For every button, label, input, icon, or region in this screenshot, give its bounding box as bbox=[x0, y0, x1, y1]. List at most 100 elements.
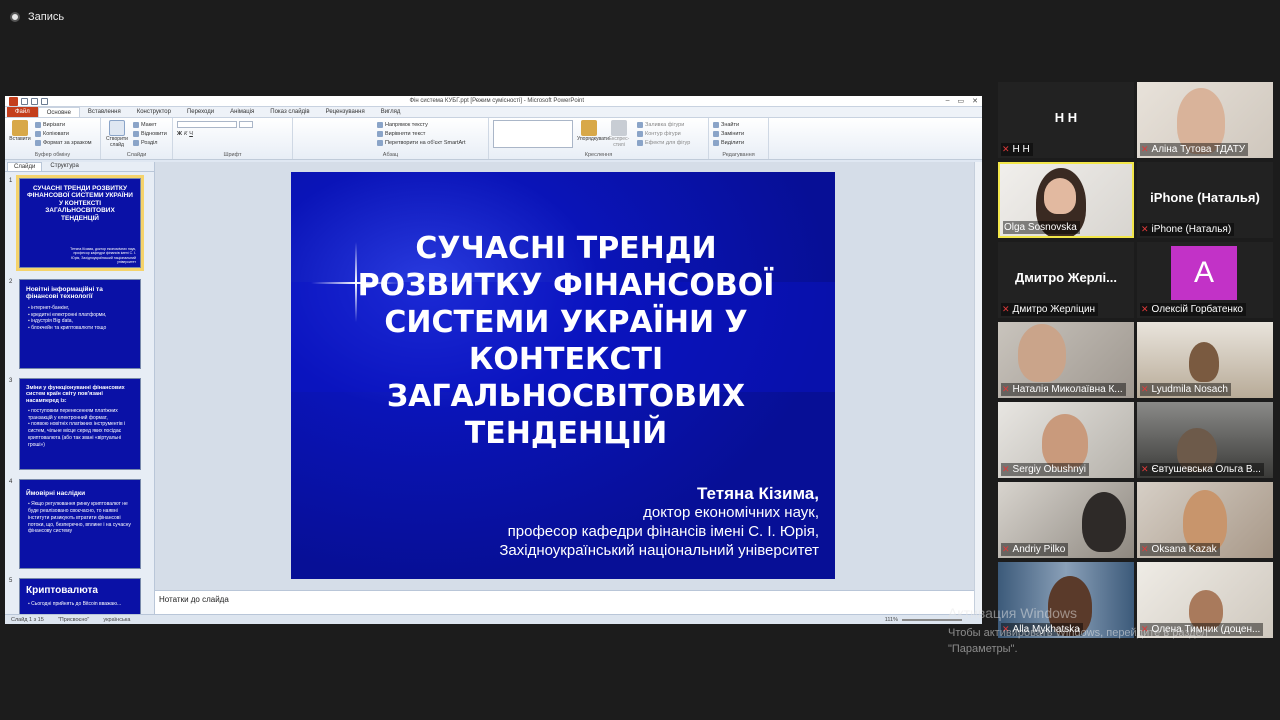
tab-animations[interactable]: Анімація bbox=[222, 107, 262, 117]
section-icon bbox=[133, 139, 139, 146]
quick-styles-button[interactable]: Експрес-стилі bbox=[605, 120, 633, 148]
notes-pane[interactable]: Нотатки до слайда bbox=[155, 590, 974, 614]
tab-slideshow[interactable]: Показ слайдів bbox=[262, 107, 317, 117]
group-label-font: Шрифт bbox=[223, 152, 242, 158]
replace-button[interactable]: Замінити bbox=[713, 129, 764, 138]
status-bar: Слайд 1 з 15 "Присвоєно" українська 111% bbox=[5, 614, 982, 624]
cut-button[interactable]: Вирізати bbox=[35, 120, 92, 129]
redo-icon[interactable] bbox=[41, 97, 48, 105]
format-painter-button[interactable]: Формат за зразком bbox=[35, 138, 92, 147]
bold-icon[interactable]: Ж bbox=[177, 131, 182, 137]
participant-tile[interactable]: Дмитро Жерлі... ✕ Дмитро Жерліцин bbox=[998, 242, 1134, 318]
font-controls[interactable] bbox=[177, 120, 288, 129]
participant-label: ✕ Н Н bbox=[1001, 143, 1033, 156]
participant-label: ✕ Наталія Миколаївна К... bbox=[1001, 383, 1126, 396]
slide-title[interactable]: СУЧАСНІ ТРЕНДИ РОЗВИТКУ ФІНАНСОВОЇ СИСТЕ… bbox=[351, 230, 781, 452]
slide-thumbnail[interactable]: СУЧАСНІ ТРЕНДИ РОЗВИТКУ ФІНАНСОВОЇ СИСТЕ… bbox=[16, 175, 144, 271]
group-editing: Знайти Замінити Виділити Редагування bbox=[709, 118, 769, 159]
undo-icon[interactable] bbox=[31, 97, 38, 105]
thumb-title: Ймовірні наслідки bbox=[26, 490, 86, 497]
slide-thumbnail[interactable]: Зміни у функціонуванні фінансових систем… bbox=[19, 378, 141, 470]
close-icon[interactable]: ✕ bbox=[972, 97, 978, 105]
participant-tile[interactable]: ✕ Lyudmila Nosach bbox=[1137, 322, 1273, 398]
save-icon[interactable] bbox=[21, 97, 28, 105]
participant-display-name: Дмитро Жерлі... bbox=[1014, 270, 1118, 285]
language-indicator[interactable]: українська bbox=[103, 617, 130, 623]
participant-tile[interactable]: ✕ Наталія Миколаївна К... bbox=[998, 322, 1134, 398]
smartart-button[interactable]: Перетворити на об'єкт SmartArt bbox=[377, 138, 484, 147]
muted-mic-icon: ✕ bbox=[1002, 304, 1010, 314]
reset-button[interactable]: Відновити bbox=[133, 129, 167, 138]
layout-button[interactable]: Макет bbox=[133, 120, 167, 129]
find-button[interactable]: Знайти bbox=[713, 120, 764, 129]
tab-file[interactable]: Файл bbox=[7, 107, 38, 117]
muted-mic-icon: ✕ bbox=[1002, 464, 1010, 474]
copy-label: Копіювати bbox=[43, 130, 69, 137]
shapes-gallery[interactable] bbox=[493, 120, 573, 148]
arrange-button[interactable]: Упорядкувати bbox=[577, 120, 609, 148]
minimize-icon[interactable]: – bbox=[946, 97, 950, 105]
participant-tile[interactable]: ✕ Oksana Kazak bbox=[1137, 482, 1273, 558]
font-name-box[interactable] bbox=[177, 121, 237, 128]
thumb-number: 5 bbox=[9, 578, 13, 584]
tab-review[interactable]: Рецензування bbox=[318, 107, 373, 117]
font-size-box[interactable] bbox=[239, 121, 253, 128]
participant-tile[interactable]: ✕ Аліна Тутова ТДАТУ bbox=[1137, 82, 1273, 158]
shape-effects-button[interactable]: Ефекти для фігур bbox=[637, 138, 690, 147]
shape-outline-button[interactable]: Контур фігури bbox=[637, 129, 690, 138]
vertical-scrollbar[interactable] bbox=[974, 162, 982, 614]
record-icon bbox=[10, 12, 20, 22]
participant-tile[interactable]: iPhone (Наталья) ✕ iPhone (Наталья) bbox=[1137, 162, 1273, 238]
italic-icon[interactable]: К bbox=[184, 131, 187, 137]
participant-name: Oksana Kazak bbox=[1151, 544, 1217, 555]
paste-icon bbox=[12, 120, 28, 136]
shape-fill-button[interactable]: Заливка фігури bbox=[637, 120, 690, 129]
tab-home[interactable]: Основне bbox=[37, 107, 80, 117]
group-label-editing: Редагування bbox=[722, 152, 755, 158]
maximize-icon[interactable]: ▭ bbox=[957, 97, 964, 105]
select-button[interactable]: Виділити bbox=[713, 138, 764, 147]
current-slide[interactable]: СУЧАСНІ ТРЕНДИ РОЗВИТКУ ФІНАНСОВОЇ СИСТЕ… bbox=[291, 172, 835, 579]
slide-thumbnail[interactable]: Новітні інформаційні та фінансові технол… bbox=[19, 279, 141, 369]
slide-thumbnail[interactable]: Криптовалюта Сьогодні прийнять до Bitcoi… bbox=[19, 578, 141, 618]
participant-tile-active-speaker[interactable]: Olga Sosnovska bbox=[998, 162, 1134, 238]
align-text-button[interactable]: Вирівняти текст bbox=[377, 129, 484, 138]
theme-name: "Присвоєно" bbox=[57, 616, 90, 623]
tab-transitions[interactable]: Переходи bbox=[179, 107, 222, 117]
participant-tile[interactable]: ✕ Andriy Pilko bbox=[998, 482, 1134, 558]
participant-name: Sergiy Obushnyi bbox=[1012, 464, 1086, 475]
cut-label: Вирізати bbox=[43, 121, 66, 128]
participant-label: ✕ Аліна Тутова ТДАТУ bbox=[1140, 143, 1249, 156]
tab-view[interactable]: Вигляд bbox=[373, 107, 409, 117]
participant-tile[interactable]: A ✕ Олексій Горбатенко bbox=[1137, 242, 1273, 318]
section-button[interactable]: Розділ bbox=[133, 138, 167, 147]
participant-tile[interactable]: ✕ Євтушевська Ольга В... bbox=[1137, 402, 1273, 478]
group-clipboard: Вставити Вирізати Копіювати Формат за зр… bbox=[5, 118, 101, 159]
shape-outline-label: Контур фігури bbox=[645, 130, 681, 137]
group-label-slides: Слайди bbox=[126, 152, 147, 158]
participant-tile[interactable]: ✕ Sergiy Obushnyi bbox=[998, 402, 1134, 478]
underline-icon[interactable]: Ч bbox=[189, 131, 193, 137]
recording-indicator[interactable]: Запись bbox=[0, 0, 1280, 34]
participant-tile[interactable]: Н Н ✕ Н Н bbox=[998, 82, 1134, 158]
new-slide-button[interactable]: Створити слайд bbox=[105, 120, 129, 148]
shape-fill-label: Заливка фігури bbox=[645, 121, 685, 128]
slide-author-block[interactable]: Тетяна Кізима, доктор економічних наук, … bbox=[499, 484, 819, 560]
slide-counter: Слайд 1 з 15 bbox=[11, 616, 44, 623]
thumb-bullet: Якщо регулювання ринку криптовалют не бу… bbox=[28, 501, 132, 535]
tab-insert[interactable]: Вставлення bbox=[80, 107, 129, 117]
paste-button[interactable]: Вставити bbox=[9, 120, 31, 147]
tab-design[interactable]: Конструктор bbox=[129, 107, 179, 117]
thumb-title: Криптовалюта bbox=[26, 585, 98, 596]
fill-icon bbox=[637, 121, 643, 128]
reset-icon bbox=[133, 130, 139, 137]
participant-name: iPhone (Наталья) bbox=[1151, 224, 1232, 235]
thumb-bullet: кредитні електронні платформи, bbox=[28, 312, 132, 319]
slide-thumbnail[interactable]: Ймовірні наслідки Якщо регулювання ринку… bbox=[19, 479, 141, 569]
text-direction-button[interactable]: Напрямок тексту bbox=[377, 120, 484, 129]
font-style-buttons[interactable]: ЖКЧ bbox=[177, 129, 288, 138]
copy-button[interactable]: Копіювати bbox=[35, 129, 92, 138]
notes-placeholder: Нотатки до слайда bbox=[159, 595, 229, 604]
tab-slides[interactable]: Слайди bbox=[7, 162, 43, 171]
tab-outline[interactable]: Структура bbox=[44, 162, 84, 171]
